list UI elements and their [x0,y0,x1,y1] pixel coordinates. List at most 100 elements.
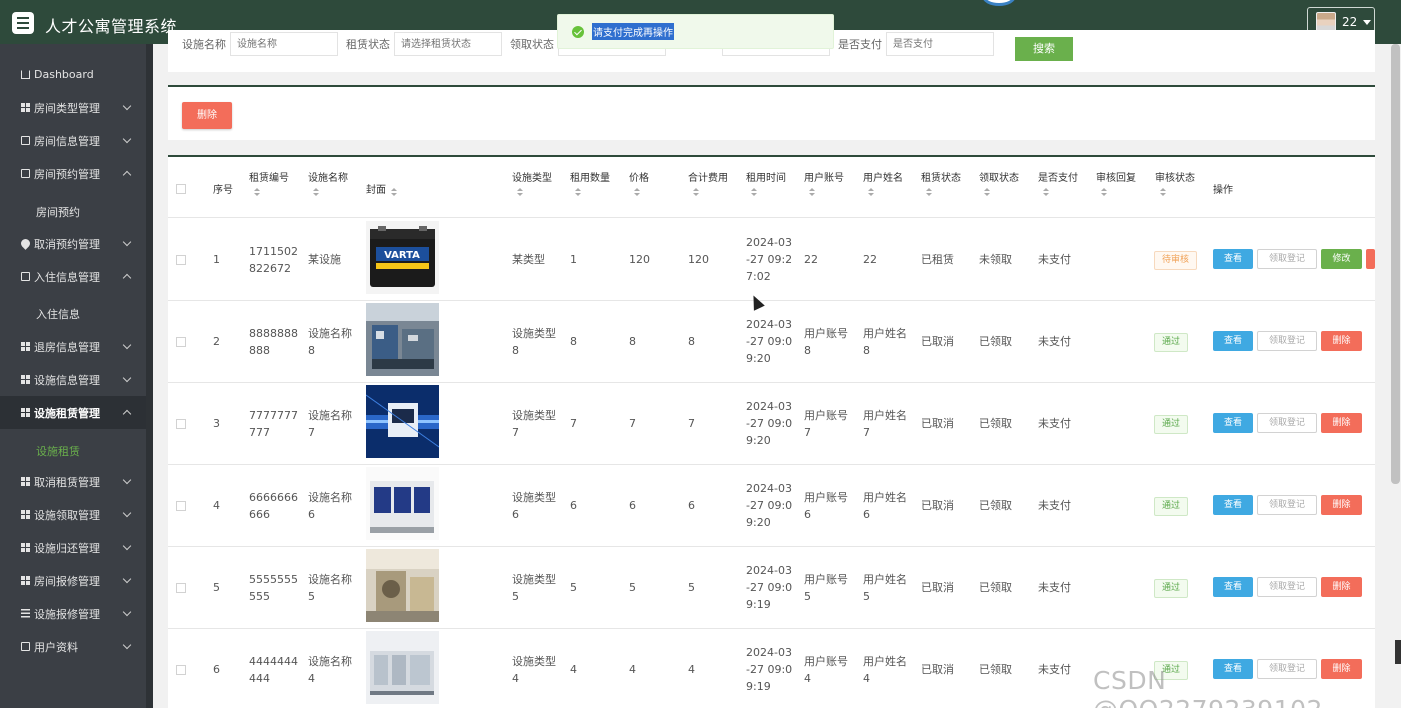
row-checkbox[interactable] [176,583,186,593]
sidebar-item-15[interactable]: 房间报修管理 [0,564,146,597]
user-name-line: 6 [863,508,870,521]
sort-icon[interactable] [693,188,699,196]
edit-button[interactable]: 修改 [1321,249,1362,269]
chevron-down-icon [122,541,132,551]
batch-delete-button[interactable]: 删除 [182,102,232,129]
pickup-register-button[interactable]: 领取登记 [1257,495,1317,515]
row-checkbox[interactable] [176,337,186,347]
app-title: 人才公寓管理系统 [45,17,178,36]
col-rent-status-header[interactable]: 租赁状态 [921,169,961,196]
sort-icon[interactable] [1101,188,1107,196]
menu-toggle-icon[interactable] [12,12,34,34]
pickup-register-button[interactable]: 领取登记 [1257,413,1317,433]
col-rent-time-header[interactable]: 租用时间 [746,169,786,196]
col-user-name-header[interactable]: 用户姓名 [863,169,903,196]
view-button[interactable]: 查看 [1213,495,1253,515]
sidebar-subitem-11[interactable]: 设施租赁 [0,434,146,467]
cover-image[interactable] [365,385,440,458]
facility-name-line: 8 [308,344,315,357]
col-user-account-header[interactable]: 用户账号 [804,169,844,196]
pickup-register-button[interactable]: 领取登记 [1257,331,1317,351]
col-cover-header[interactable]: 封面 [366,181,397,196]
sort-icon[interactable] [254,188,260,196]
sort-icon[interactable] [926,188,932,196]
col-review-status-header[interactable]: 审核状态 [1155,169,1195,196]
sidebar-item-17[interactable]: 用户资料 [0,630,146,663]
col-total-header[interactable]: 合计费用 [688,169,728,196]
search-button[interactable]: 搜索 [1015,37,1073,61]
sidebar-item-10[interactable]: 设施租赁管理 [0,396,146,429]
sidebar-subitem-7[interactable]: 入住信息 [0,297,146,330]
column-label: 设施类型 [512,173,552,184]
row-checkbox[interactable] [176,419,186,429]
delete-button[interactable] [1366,249,1375,269]
col-facility-name-header[interactable]: 设施名称 [308,169,348,196]
col-quantity-header[interactable]: 租用数量 [570,169,610,196]
cover-image[interactable] [366,549,439,622]
paid-select[interactable] [886,32,994,56]
sidebar-item-5[interactable]: 取消预约管理 [0,227,146,260]
column-label: 合计费用 [688,173,728,184]
sidebar-item-0[interactable]: Dashboard [0,58,146,91]
col-review-reply-header[interactable]: 审核回复 [1096,169,1136,196]
total-cost-line: 120 [688,253,709,266]
sort-icon[interactable] [868,188,874,196]
row-checkbox[interactable] [176,255,186,265]
cover-image[interactable] [366,303,439,376]
view-button[interactable]: 查看 [1213,413,1253,433]
sort-icon[interactable] [391,187,397,196]
facility-name-input[interactable] [230,32,338,56]
pickup-register-button[interactable]: 领取登记 [1257,577,1317,597]
sort-icon[interactable] [1043,188,1049,196]
cover-image[interactable] [366,467,439,540]
sort-icon[interactable] [984,188,990,196]
delete-button[interactable]: 删除 [1321,413,1362,433]
col-pick-status-header[interactable]: 领取状态 [979,169,1019,196]
svg-text:VARTA: VARTA [384,250,420,261]
view-button[interactable]: 查看 [1213,249,1253,269]
sort-icon[interactable] [575,188,581,196]
sidebar-item-14[interactable]: 设施归还管理 [0,531,146,564]
sidebar-item-3[interactable]: 房间预约管理 [0,157,146,190]
view-button[interactable]: 查看 [1213,577,1253,597]
cover-image[interactable] [366,631,439,704]
sort-icon[interactable] [751,188,757,196]
view-button[interactable]: 查看 [1213,331,1253,351]
sidebar-item-6[interactable]: 入住信息管理 [0,260,146,293]
page-scrollbar[interactable] [1389,44,1401,708]
delete-button[interactable]: 删除 [1321,331,1362,351]
select-all-checkbox[interactable] [176,184,186,194]
sidebar-item-1[interactable]: 房间类型管理 [0,91,146,124]
sidebar-item-9[interactable]: 设施信息管理 [0,363,146,396]
pickup-register-button[interactable]: 领取登记 [1257,249,1317,269]
sort-icon[interactable] [313,188,319,196]
sort-icon[interactable] [1160,188,1166,196]
sidebar-item-2[interactable]: 房间信息管理 [0,124,146,157]
sidebar-subitem-4[interactable]: 房间预约 [0,195,146,228]
rent-status: 已取消 [921,333,954,350]
sidebar-item-16[interactable]: 设施报修管理 [0,597,146,630]
sidebar-item-label: 入住信息管理 [34,270,100,284]
row-checkbox[interactable] [176,501,186,511]
sidebar-item-label: 用户资料 [34,640,78,654]
delete-button[interactable]: 删除 [1321,577,1362,597]
sort-icon[interactable] [634,188,640,196]
scrollbar-thumb[interactable] [1391,44,1400,484]
sort-icon[interactable] [809,188,815,196]
sidebar-item-label: 房间信息管理 [34,134,100,148]
sidebar-item-13[interactable]: 设施领取管理 [0,498,146,531]
row-checkbox[interactable] [176,665,186,675]
col-rent-code-header[interactable]: 租赁编号 [249,169,289,196]
delete-button[interactable]: 删除 [1321,495,1362,515]
col-price-header[interactable]: 价格 [629,169,649,196]
sidebar-item-12[interactable]: 取消租赁管理 [0,465,146,498]
col-paid-header[interactable]: 是否支付 [1038,169,1078,196]
rent-status-select[interactable] [394,32,502,56]
cover-image[interactable]: VARTA [366,221,439,294]
user-account-line: 4 [804,672,811,685]
sidebar-item-8[interactable]: 退房信息管理 [0,330,146,363]
col-facility-type-header[interactable]: 设施类型 [512,169,552,196]
sort-icon[interactable] [517,188,523,196]
user-account: 用户账号 4 [804,653,848,687]
facility-type-line: 4 [512,672,519,685]
